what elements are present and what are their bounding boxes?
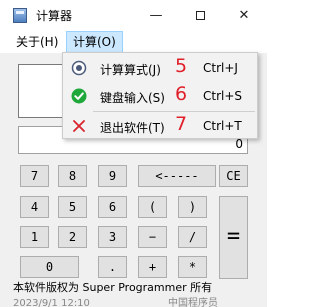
key-5[interactable]: 5 bbox=[58, 196, 87, 218]
plus-button[interactable]: + bbox=[138, 256, 167, 278]
key-7[interactable]: 7 bbox=[20, 165, 49, 187]
menu-about[interactable]: 关于(H) bbox=[10, 31, 64, 53]
menu-item-keyboard-input[interactable]: 键盘输入(S) 6 Ctrl+S bbox=[63, 82, 259, 110]
minimize-button[interactable]: — bbox=[134, 0, 178, 31]
maximize-button[interactable] bbox=[178, 0, 222, 31]
key-4[interactable]: 4 bbox=[20, 196, 49, 218]
annotation-number: 7 bbox=[175, 113, 188, 135]
red-x-icon bbox=[73, 120, 85, 132]
status-extra: 中国程序员 bbox=[168, 298, 218, 307]
backspace-button[interactable]: <----- bbox=[138, 165, 216, 187]
key-9[interactable]: 9 bbox=[98, 165, 127, 187]
key-0[interactable]: 0 bbox=[20, 256, 79, 278]
menu-item-calculate-expression[interactable]: 计算算式(J) 5 Ctrl+J bbox=[63, 54, 259, 82]
key-8[interactable]: 8 bbox=[58, 165, 87, 187]
radio-icon bbox=[71, 60, 87, 76]
status-bar: 本软件版权为 Super Programmer 所有 2023/9/1 12:1… bbox=[0, 281, 267, 307]
key-3[interactable]: 3 bbox=[98, 226, 127, 248]
decimal-point-button[interactable]: . bbox=[98, 256, 127, 278]
clear-entry-button[interactable]: CE bbox=[219, 165, 248, 187]
divide-button[interactable]: / bbox=[178, 226, 207, 248]
annotation-number: 5 bbox=[175, 55, 188, 77]
menu-item-shortcut: Ctrl+T bbox=[203, 119, 242, 133]
annotation-number: 6 bbox=[175, 83, 188, 105]
minus-button[interactable]: − bbox=[138, 226, 167, 248]
key-1[interactable]: 1 bbox=[20, 226, 49, 248]
green-check-icon bbox=[71, 88, 87, 104]
left-paren-button[interactable]: ( bbox=[138, 196, 167, 218]
right-paren-button[interactable]: ) bbox=[178, 196, 207, 218]
menu-item-shortcut: Ctrl+J bbox=[203, 61, 238, 75]
menu-item-label: 退出软件(T) bbox=[100, 121, 165, 135]
menu-calculate[interactable]: 计算(O) bbox=[66, 31, 123, 53]
window-title: 计算器 bbox=[36, 9, 73, 23]
maximize-icon bbox=[195, 11, 205, 20]
close-button[interactable]: ✕ bbox=[222, 0, 266, 31]
copyright-text: 本软件版权为 Super Programmer 所有 bbox=[13, 281, 213, 294]
key-6[interactable]: 6 bbox=[98, 196, 127, 218]
menu-bar: 关于(H) 计算(O) bbox=[0, 31, 267, 53]
multiply-button[interactable]: * bbox=[178, 256, 207, 278]
title-bar: 计算器 — ✕ bbox=[0, 0, 267, 31]
menu-item-label: 计算算式(J) bbox=[100, 63, 161, 77]
menu-item-exit[interactable]: 退出软件(T) 7 Ctrl+T bbox=[63, 112, 259, 140]
calculator-app-icon bbox=[13, 8, 27, 23]
menu-item-label: 键盘输入(S) bbox=[100, 91, 165, 105]
equals-button[interactable]: = bbox=[219, 196, 248, 279]
calculate-menu-dropdown: 计算算式(J) 5 Ctrl+J 键盘输入(S) 6 Ctrl+S 退出软件(T… bbox=[62, 52, 258, 139]
menu-item-shortcut: Ctrl+S bbox=[203, 89, 243, 103]
status-date: 2023/9/1 12:10 bbox=[13, 298, 90, 307]
key-2[interactable]: 2 bbox=[58, 226, 87, 248]
